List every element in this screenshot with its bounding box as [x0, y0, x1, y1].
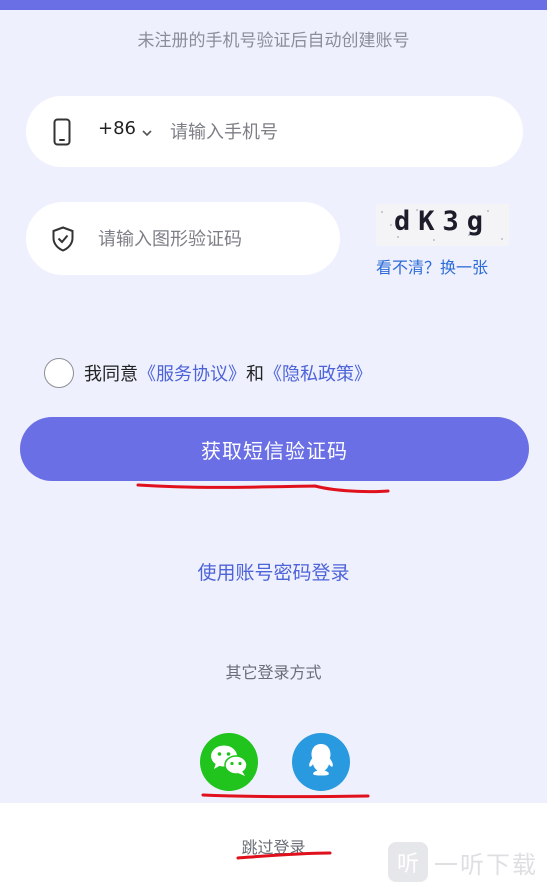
refresh-captcha-link[interactable]: 看不清？换一张 — [376, 254, 488, 278]
annotation-underline-social — [201, 793, 370, 799]
watermark: 听 一听下载 — [388, 842, 538, 882]
captcha-field[interactable] — [26, 202, 340, 275]
watermark-logo: 听 — [388, 842, 428, 882]
phone-field[interactable]: +86 — [26, 96, 523, 167]
captcha-code: dK3g — [393, 206, 492, 237]
service-agreement-link[interactable]: 《服务协议》 — [138, 360, 246, 386]
country-code: +86 — [98, 118, 136, 139]
wechat-icon — [209, 743, 249, 781]
phone-icon — [50, 117, 74, 147]
get-sms-code-button[interactable]: 获取短信验证码 — [20, 417, 529, 481]
qq-icon — [305, 742, 337, 782]
top-bar — [0, 0, 547, 10]
privacy-policy-link[interactable]: 《隐私政策》 — [264, 360, 372, 386]
agreement-row: 我同意 《服务协议》 和 《隐私政策》 — [44, 358, 372, 388]
wechat-login-button[interactable] — [200, 733, 258, 791]
shield-check-icon — [50, 225, 76, 253]
watermark-text: 一听下载 — [434, 850, 538, 879]
qq-login-button[interactable] — [292, 733, 350, 791]
other-login-methods-label: 其它登录方式 — [225, 663, 322, 682]
annotation-underline-get-code — [136, 483, 390, 494]
chevron-down-icon — [141, 123, 153, 136]
country-code-select[interactable]: +86 — [98, 118, 153, 139]
captcha-input[interactable] — [98, 223, 328, 255]
agree-checkbox[interactable] — [44, 358, 74, 388]
auto-register-hint: 未注册的手机号验证后自动创建账号 — [137, 31, 410, 51]
agreement-prefix: 我同意 — [84, 364, 138, 385]
agreement-conjunction: 和 — [246, 364, 264, 385]
phone-input[interactable] — [170, 116, 490, 148]
password-login-link[interactable]: 使用账号密码登录 — [0, 558, 547, 585]
captcha-image[interactable]: dK3g — [376, 204, 509, 246]
